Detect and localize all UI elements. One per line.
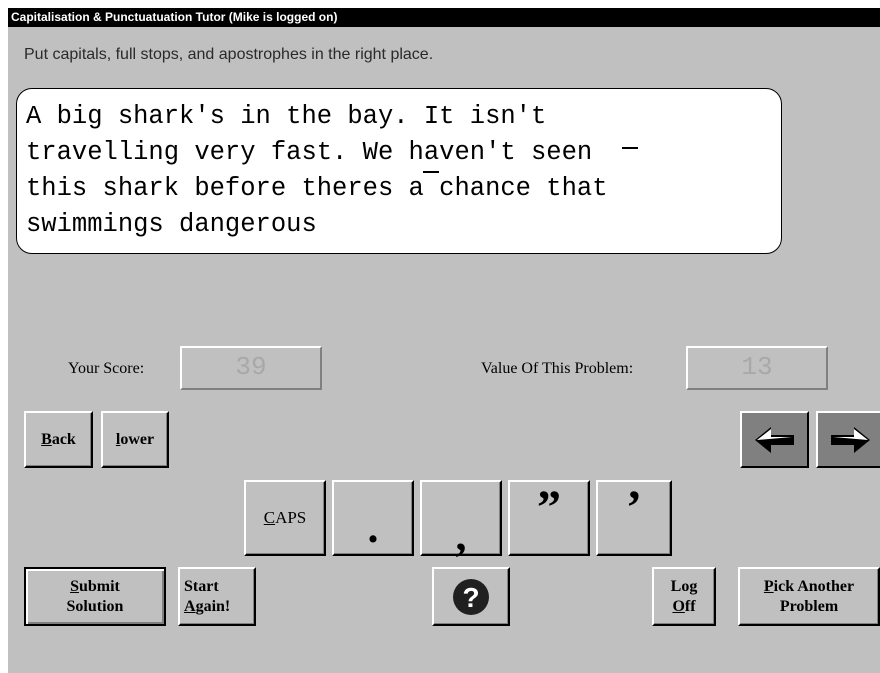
lower-label: ower: [120, 430, 155, 448]
start-again-accel: A: [184, 597, 196, 615]
score-field: 39: [180, 346, 322, 390]
question-mark-icon: ?: [453, 578, 489, 615]
instruction-text: Put capitals, full stops, and apostrophe…: [24, 46, 434, 63]
text-cursor-marker: [423, 171, 439, 173]
full-stop-button[interactable]: .: [332, 480, 414, 556]
submit-solution-button[interactable]: Submit Solution: [24, 567, 166, 626]
problem-value-field: 13: [686, 346, 828, 390]
pick-another-label-2: Problem: [779, 597, 839, 615]
window-title: Capitalisation & Punctuatuation Tutor (M…: [8, 8, 880, 27]
comma-glyph: ,: [455, 511, 467, 560]
quotation-marks-button[interactable]: ”: [508, 480, 590, 556]
sentence-text[interactable]: A big shark's in the bay. It isn't travel…: [26, 99, 776, 243]
apostrophe-button[interactable]: ’: [596, 480, 672, 556]
caps-accel: C: [263, 508, 276, 527]
quotation-marks-glyph: ”: [537, 481, 561, 534]
sentence-editor[interactable]: A big shark's in the bay. It isn't travel…: [16, 88, 782, 254]
right-arrow-icon: [831, 426, 870, 453]
log-off-label-1: Log: [670, 577, 698, 595]
back-button[interactable]: Back: [24, 411, 93, 468]
start-again-button[interactable]: Start Again!: [178, 567, 256, 626]
next-button[interactable]: [816, 411, 880, 468]
log-off-label-2: ff: [684, 597, 696, 615]
sentence-line-3: this shark before theres a chance that: [26, 174, 608, 203]
score-label: Your Score:: [68, 360, 145, 377]
sentence-line-2: travelling very fast. We haven't seen: [26, 138, 593, 167]
submit-label-1: ubmit: [78, 577, 120, 595]
caps-button[interactable]: CAPS: [244, 480, 326, 556]
start-again-label-2: gain!: [195, 597, 231, 615]
sentence-line-4: swimmings dangerous: [26, 210, 317, 239]
pick-another-problem-button[interactable]: Pick Another Problem: [738, 567, 880, 626]
sentence-line-1: A big shark's in the bay. It isn't: [26, 102, 547, 131]
help-glyph: ?: [462, 582, 479, 613]
start-again-label-1: Start: [184, 577, 219, 595]
help-button[interactable]: ?: [432, 567, 510, 626]
text-cursor: [622, 147, 638, 149]
comma-button[interactable]: ,: [420, 480, 502, 560]
submit-accel: S: [70, 577, 79, 595]
lower-button[interactable]: lower: [101, 411, 169, 468]
log-off-accel: O: [672, 597, 685, 615]
submit-label-2: Solution: [66, 597, 124, 615]
back-label: ack: [51, 430, 76, 448]
left-arrow-icon: [754, 426, 794, 453]
previous-button[interactable]: [740, 411, 809, 468]
full-stop-glyph: .: [367, 503, 379, 552]
log-off-button[interactable]: Log Off: [652, 567, 716, 626]
back-accel: B: [41, 430, 52, 448]
caps-label: APS: [275, 508, 307, 527]
pick-another-label-1: ick Another: [773, 577, 855, 595]
pick-another-accel: P: [763, 577, 774, 595]
problem-value-label: Value Of This Problem:: [481, 360, 634, 377]
tutor-window: Capitalisation & Punctuatuation Tutor (M…: [8, 8, 880, 673]
apostrophe-glyph: ’: [626, 481, 642, 534]
